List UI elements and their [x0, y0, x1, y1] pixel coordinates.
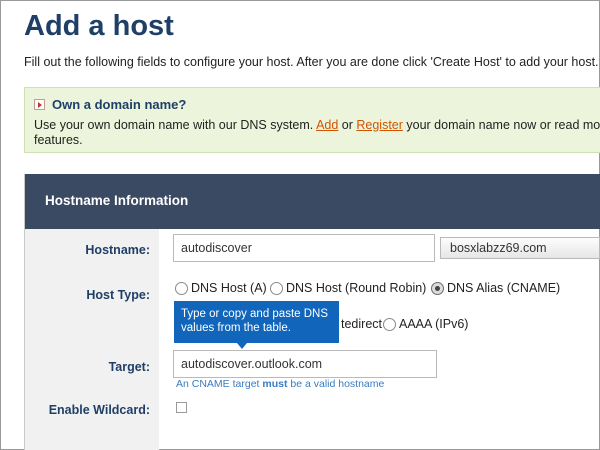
domain-select[interactable]: bosxlabzz69.com [440, 237, 600, 259]
radio-label: DNS Host (A) [191, 281, 267, 295]
domain-promo-text: Use your own domain name with our DNS sy… [34, 118, 600, 148]
target-hint: An CNAME target must be a valid hostname [176, 378, 384, 390]
hint-text: An CNAME target [176, 378, 263, 390]
radio-button[interactable] [175, 281, 188, 295]
host-type-label: Host Type: [86, 288, 150, 302]
domain-promo-heading: Own a domain name? [52, 97, 187, 112]
radio-button[interactable] [270, 281, 283, 295]
panel-header: Hostname Information [25, 174, 600, 229]
radio-label: tedirect [341, 317, 382, 331]
domain-text-part: Use your own domain name with our DNS sy… [34, 118, 317, 132]
hostname-label: Hostname: [85, 243, 150, 257]
add-domain-link[interactable]: Add [316, 118, 338, 132]
radio-label: DNS Alias (CNAME) [447, 281, 561, 295]
hostname-input[interactable]: autodiscover [173, 234, 435, 262]
page-title: Add a host [24, 10, 174, 42]
radio-label: DNS Host (Round Robin) [286, 281, 427, 295]
instruction-tooltip: Type or copy and paste DNS values from t… [174, 301, 339, 343]
radio-button[interactable] [383, 317, 396, 331]
domain-text-line2: features. [34, 133, 83, 147]
radio-dns-host-round-robin[interactable]: DNS Host (Round Robin) [270, 281, 426, 295]
wildcard-checkbox[interactable] [176, 402, 187, 413]
arrow-right-icon [34, 99, 45, 110]
domain-text-part: or [338, 118, 357, 132]
radio-button-checked[interactable] [431, 281, 444, 295]
domain-promo-box: Own a domain name? Use your own domain n… [24, 87, 600, 153]
radio-dns-alias-cname[interactable]: DNS Alias (CNAME) [431, 281, 560, 295]
register-domain-link[interactable]: Register [356, 118, 403, 132]
panel-title: Hostname Information [45, 193, 189, 208]
radio-label: AAAA (IPv6) [399, 317, 469, 331]
radio-redirect[interactable]: tedirect [341, 317, 382, 331]
domain-text-part: your domain name now or read more fo [406, 118, 600, 132]
hint-text: be a valid hostname [287, 378, 385, 390]
radio-dns-host-a[interactable]: DNS Host (A) [175, 281, 267, 295]
page-intro: Fill out the following fields to configu… [24, 55, 599, 69]
target-label: Target: [108, 360, 150, 374]
hint-bold: must [262, 378, 288, 390]
radio-aaaa-ipv6[interactable]: AAAA (IPv6) [383, 317, 468, 331]
wildcard-label: Enable Wildcard: [48, 403, 150, 417]
tooltip-arrow [237, 343, 247, 349]
target-input[interactable]: autodiscover.outlook.com [173, 350, 437, 378]
